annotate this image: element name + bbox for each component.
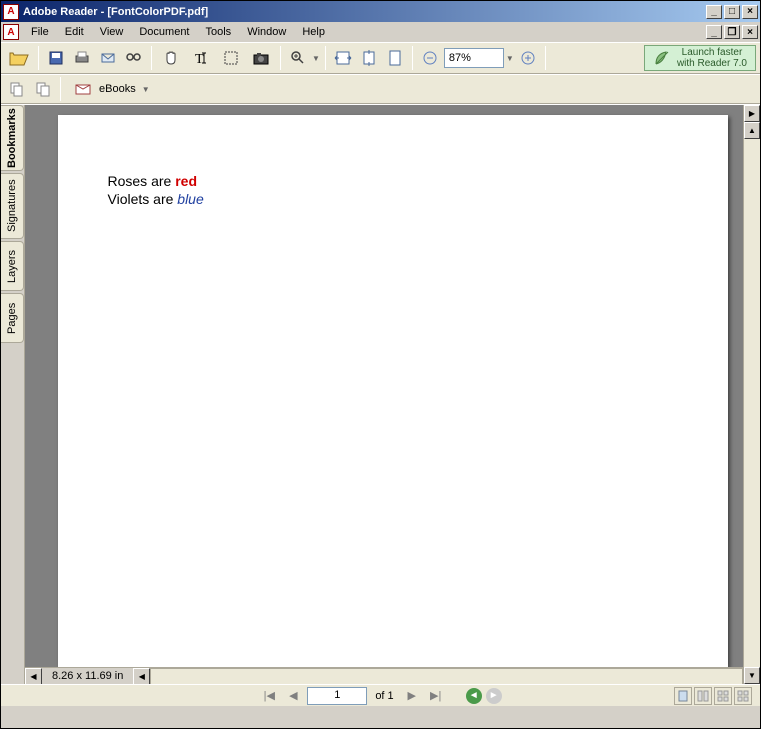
page-dimensions: 8.26 x 11.69 in bbox=[42, 670, 133, 682]
close-button[interactable]: × bbox=[742, 5, 758, 19]
menu-edit[interactable]: Edit bbox=[57, 24, 92, 40]
search-button[interactable] bbox=[122, 46, 146, 70]
pager-bar: |◀ ◀ 1 of 1 ▶ ▶| ◄ ► bbox=[1, 684, 760, 706]
forward-button[interactable]: ► bbox=[486, 688, 502, 704]
minimize-button[interactable]: _ bbox=[706, 5, 722, 19]
pdf-page: Roses are red Violets are blue bbox=[58, 115, 728, 667]
continuous-facing-view-button[interactable] bbox=[734, 687, 752, 705]
scroll-right-arrow-icon[interactable]: ▶ bbox=[744, 105, 760, 122]
dropdown-arrow-icon[interactable]: ▼ bbox=[312, 54, 320, 63]
main-toolbar: T ▼ 87% ▼ Launch fasterwith Reader 7.0 bbox=[1, 42, 760, 74]
page-viewport[interactable]: Roses are red Violets are blue bbox=[25, 105, 760, 667]
scroll-track[interactable] bbox=[744, 139, 760, 667]
text-select-button[interactable]: T bbox=[187, 44, 215, 72]
back-button[interactable]: ◄ bbox=[466, 688, 482, 704]
bottom-ruler: ◀ 8.26 x 11.69 in ◀ ▶ bbox=[25, 667, 760, 684]
title-bar: A Adobe Reader - [FontColorPDF.pdf] _ □ … bbox=[1, 1, 760, 22]
secondary-toolbar: eBooks ▼ bbox=[1, 74, 760, 104]
email-button[interactable] bbox=[96, 46, 120, 70]
snapshot-button[interactable] bbox=[247, 44, 275, 72]
sidetab-pages[interactable]: Pages bbox=[1, 293, 24, 343]
zoom-in-plus-button[interactable] bbox=[516, 46, 540, 70]
continuous-view-button[interactable] bbox=[694, 687, 712, 705]
app-icon: A bbox=[3, 4, 19, 20]
open-button[interactable] bbox=[5, 44, 33, 72]
zoom-out-button[interactable] bbox=[418, 46, 442, 70]
content-line-2: Violets are blue bbox=[108, 191, 678, 207]
last-page-button[interactable]: ▶| bbox=[426, 687, 446, 705]
dropdown-arrow-icon[interactable]: ▼ bbox=[506, 54, 514, 63]
fit-page-button[interactable] bbox=[357, 46, 381, 70]
menu-view[interactable]: View bbox=[92, 24, 132, 40]
content-line-1: Roses are red bbox=[108, 173, 678, 189]
hscroll-left-end[interactable]: ◀ bbox=[25, 668, 42, 685]
copy-button[interactable] bbox=[5, 77, 29, 101]
menu-document[interactable]: Document bbox=[131, 24, 197, 40]
sidetab-bookmarks[interactable]: Bookmarks bbox=[1, 105, 24, 171]
select-button[interactable] bbox=[217, 44, 245, 72]
hscroll-track[interactable] bbox=[150, 668, 743, 685]
maximize-button[interactable]: □ bbox=[724, 5, 740, 19]
menu-help[interactable]: Help bbox=[294, 24, 333, 40]
zoom-in-button[interactable] bbox=[286, 46, 310, 70]
prev-page-button[interactable]: ◀ bbox=[283, 687, 303, 705]
fit-width-button[interactable] bbox=[331, 46, 355, 70]
vertical-scrollbar[interactable]: ▶ ▲ ▼ bbox=[743, 105, 760, 684]
ebooks-button[interactable]: eBooks ▼ bbox=[66, 78, 159, 100]
scroll-up-button[interactable]: ▲ bbox=[744, 122, 760, 139]
menu-file[interactable]: File bbox=[23, 24, 57, 40]
hscroll-left[interactable]: ◀ bbox=[133, 668, 150, 685]
doc-restore-button[interactable]: ❐ bbox=[724, 25, 740, 39]
side-panel: Bookmarks Signatures Layers Pages bbox=[1, 105, 25, 684]
ebooks-icon bbox=[75, 82, 93, 96]
page-of-label: of 1 bbox=[371, 690, 397, 702]
menu-bar: A File Edit View Document Tools Window H… bbox=[1, 22, 760, 42]
paste-button[interactable] bbox=[31, 77, 55, 101]
page-number-input[interactable]: 1 bbox=[307, 687, 367, 705]
sidetab-layers[interactable]: Layers bbox=[1, 241, 24, 291]
menu-window[interactable]: Window bbox=[239, 24, 294, 40]
menu-tools[interactable]: Tools bbox=[198, 24, 240, 40]
sidetab-signatures[interactable]: Signatures bbox=[1, 173, 24, 239]
scroll-down-button[interactable]: ▼ bbox=[744, 667, 760, 684]
single-page-view-button[interactable] bbox=[674, 687, 692, 705]
zoom-input[interactable]: 87% bbox=[444, 48, 504, 68]
actual-size-button[interactable] bbox=[383, 46, 407, 70]
hand-tool-button[interactable] bbox=[157, 44, 185, 72]
promo-launch-faster[interactable]: Launch fasterwith Reader 7.0 bbox=[644, 45, 756, 71]
main-area: Bookmarks Signatures Layers Pages Roses … bbox=[1, 104, 760, 684]
leaf-icon bbox=[653, 49, 671, 67]
next-page-button[interactable]: ▶ bbox=[402, 687, 422, 705]
save-button[interactable] bbox=[44, 46, 68, 70]
first-page-button[interactable]: |◀ bbox=[259, 687, 279, 705]
facing-view-button[interactable] bbox=[714, 687, 732, 705]
doc-icon: A bbox=[3, 24, 19, 40]
doc-minimize-button[interactable]: _ bbox=[706, 25, 722, 39]
document-area: Roses are red Violets are blue ▶ ▲ ▼ ◀ 8… bbox=[25, 105, 760, 684]
svg-text:T: T bbox=[195, 52, 204, 67]
print-button[interactable] bbox=[70, 46, 94, 70]
window-title: Adobe Reader - [FontColorPDF.pdf] bbox=[23, 6, 706, 18]
doc-close-button[interactable]: × bbox=[742, 25, 758, 39]
